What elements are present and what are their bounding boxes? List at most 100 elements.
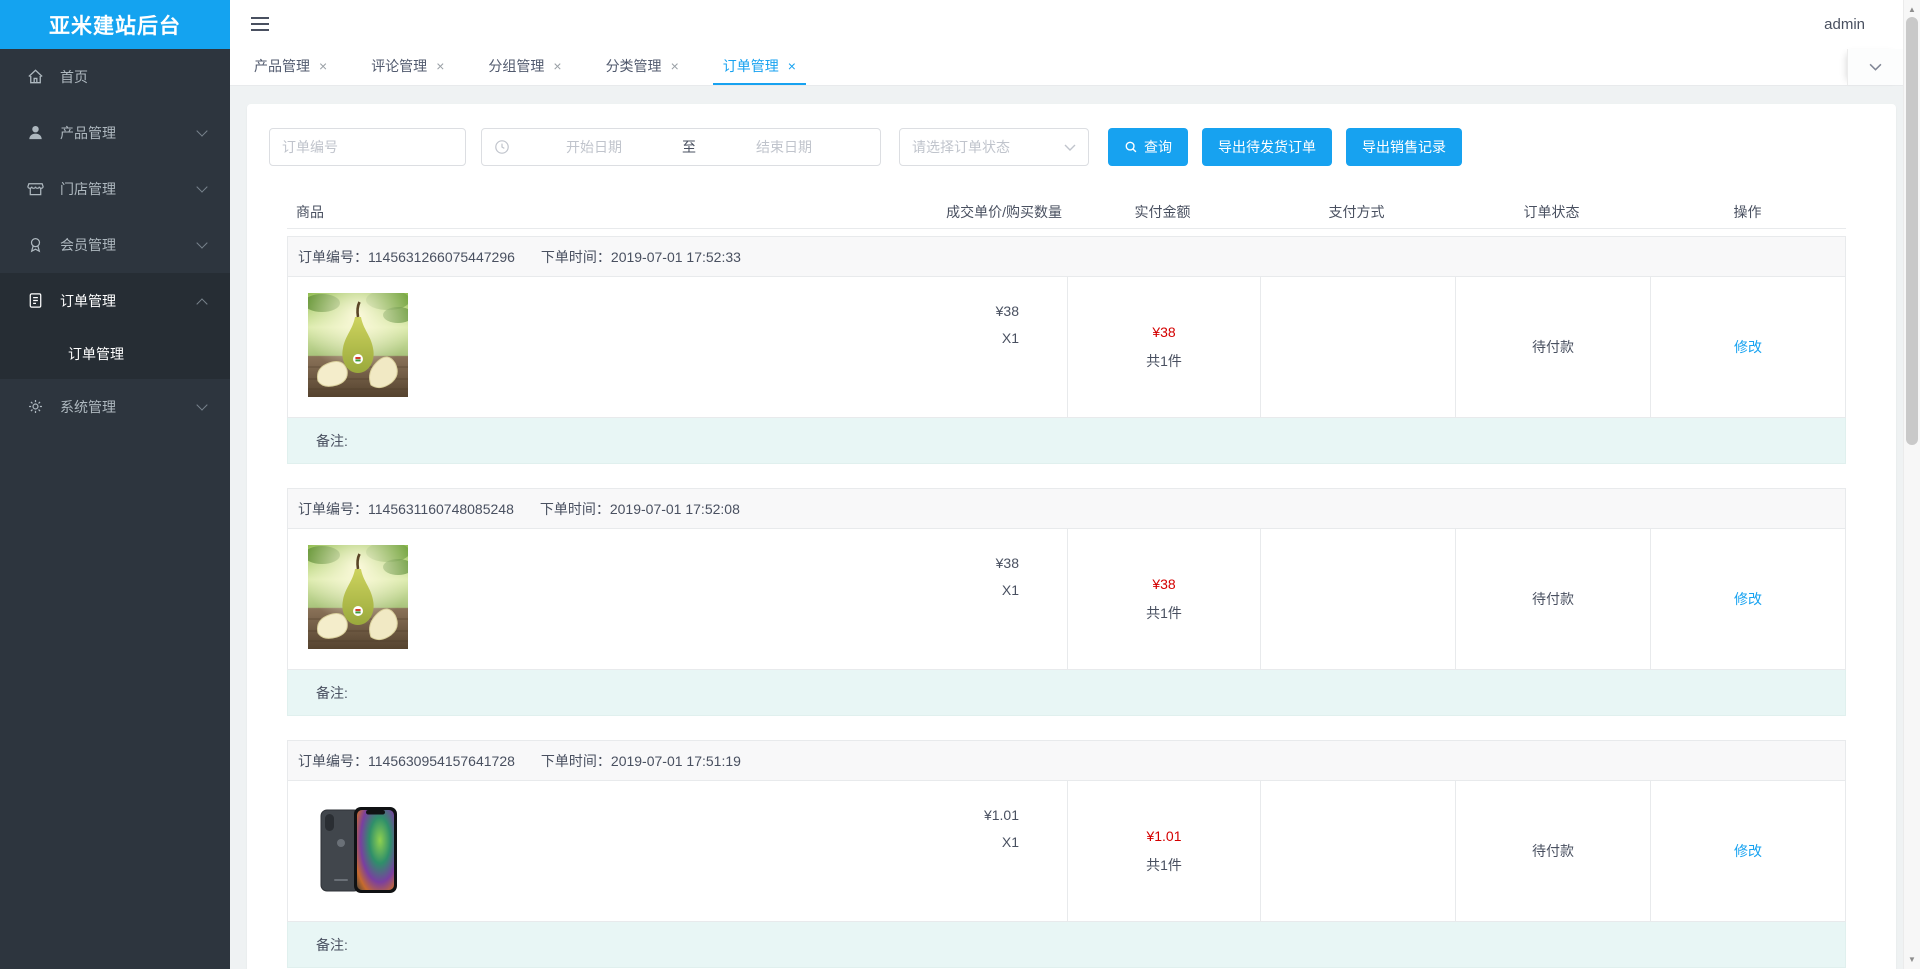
- order-group: 订单编号：1145631266075447296 下单时间：2019-07-01…: [287, 236, 1846, 464]
- tab-label: 产品管理: [254, 58, 310, 74]
- sidebar-section-order: 订单管理 订单管理: [0, 273, 230, 379]
- clock-icon: [494, 139, 510, 155]
- close-icon[interactable]: ×: [788, 59, 796, 73]
- product-image-pear: [308, 545, 408, 649]
- chevron-down-icon: [196, 399, 208, 411]
- piece-count: 共1件: [1146, 605, 1182, 621]
- sidebar-item-label: 门店管理: [60, 181, 116, 197]
- app-logo: 亚米建站后台: [0, 0, 230, 49]
- close-icon[interactable]: ×: [436, 59, 444, 73]
- sidebar-item-home[interactable]: 首页: [0, 49, 230, 105]
- tab-group[interactable]: 分组管理 ×: [478, 49, 571, 85]
- scrollbar-down-arrow-icon[interactable]: ▼: [1904, 955, 1920, 964]
- sidebar-item-label: 首页: [60, 69, 88, 85]
- search-button[interactable]: 查询: [1108, 128, 1188, 166]
- header-order-status: 订单状态: [1523, 203, 1580, 220]
- date-range-picker[interactable]: 开始日期 至 结束日期: [481, 128, 881, 166]
- sidebar-subitem-order-list[interactable]: 订单管理: [0, 329, 230, 379]
- page-scrollbar[interactable]: ▲ ▼: [1903, 0, 1920, 969]
- order-header-row: 订单编号：1145630954157641728 下单时间：2019-07-01…: [287, 740, 1846, 781]
- tabs-strip: 产品管理 × 评论管理 × 分组管理 × 分类管理 × 订单管理 ×: [244, 49, 830, 85]
- payment-method-cell: [1260, 277, 1455, 417]
- chevron-down-icon: [1064, 144, 1076, 151]
- date-start-placeholder[interactable]: 开始日期: [510, 137, 678, 157]
- piece-count: 共1件: [1146, 353, 1182, 369]
- sidebar-section-system: 系统管理: [0, 379, 230, 435]
- scrollbar-up-arrow-icon[interactable]: ▲: [1904, 5, 1920, 14]
- date-end-placeholder[interactable]: 结束日期: [700, 137, 868, 157]
- date-separator: 至: [682, 139, 696, 155]
- quantity: X1: [1001, 582, 1019, 598]
- medal-icon: [26, 235, 46, 255]
- sidebar-item-member[interactable]: 会员管理: [0, 217, 230, 273]
- filter-bar: 开始日期 至 结束日期 请选择订单状态 查询 导出待: [269, 128, 1874, 166]
- export-pending-orders-button[interactable]: 导出待发货订单: [1202, 128, 1332, 166]
- scrollbar-thumb[interactable]: [1906, 17, 1918, 445]
- order-time-value: 2019-07-01 17:51:19: [610, 752, 741, 769]
- order-status-select[interactable]: 请选择订单状态: [899, 128, 1089, 166]
- paid-amount: ¥38: [1152, 324, 1176, 340]
- edit-order-link[interactable]: 修改: [1734, 841, 1762, 861]
- order-no-label: 订单编号：: [298, 500, 368, 517]
- sidebar-item-label: 会员管理: [60, 237, 116, 253]
- user-name[interactable]: admin: [1824, 0, 1865, 49]
- order-no-input[interactable]: [269, 128, 466, 166]
- orders-table: 商品 成交单价/购买数量 实付金额 支付方式 订单状态 操作 订单编号：1145…: [287, 195, 1846, 968]
- sidebar-section-home: 首页: [0, 49, 230, 105]
- search-icon: [1124, 140, 1138, 154]
- close-icon[interactable]: ×: [319, 59, 327, 73]
- tab-list-dropdown[interactable]: [1847, 49, 1903, 85]
- tab-label: 订单管理: [722, 58, 779, 74]
- sidebar-item-label: 系统管理: [60, 399, 116, 415]
- sidebar-subitem-label: 订单管理: [68, 346, 124, 362]
- order-doc-icon: [26, 291, 46, 311]
- chevron-down-icon: [196, 237, 208, 249]
- order-status: 待付款: [1532, 843, 1574, 859]
- header-actions: 操作: [1733, 203, 1762, 220]
- paid-amount: ¥1.01: [1146, 828, 1182, 844]
- sidebar-item-label: 产品管理: [60, 125, 116, 141]
- tab-label: 评论管理: [371, 58, 428, 74]
- header-product: 商品: [296, 203, 324, 220]
- home-icon: [26, 67, 46, 87]
- sidebar-item-store[interactable]: 门店管理: [0, 161, 230, 217]
- product-image-pear: [308, 293, 408, 397]
- order-remark-row: 备注:: [287, 670, 1846, 716]
- tab-category[interactable]: 分类管理 ×: [596, 49, 689, 85]
- order-time-label: 下单时间：: [539, 500, 610, 517]
- edit-order-link[interactable]: 修改: [1734, 337, 1762, 357]
- sidebar-section-member: 会员管理: [0, 217, 230, 273]
- user-icon: [26, 123, 46, 143]
- header-paid-amount: 实付金额: [1134, 203, 1191, 220]
- sidebar-item-order[interactable]: 订单管理: [0, 273, 230, 329]
- order-group: 订单编号：1145630954157641728 下单时间：2019-07-01…: [287, 740, 1846, 968]
- tab-order[interactable]: 订单管理 ×: [712, 49, 806, 85]
- edit-order-link[interactable]: 修改: [1734, 589, 1762, 609]
- tab-product[interactable]: 产品管理 ×: [244, 49, 337, 85]
- sidebar-item-system[interactable]: 系统管理: [0, 379, 230, 435]
- quantity: X1: [1001, 330, 1019, 346]
- table-header-row: 商品 成交单价/购买数量 实付金额 支付方式 订单状态 操作: [287, 195, 1846, 229]
- order-status: 待付款: [1532, 339, 1574, 355]
- close-icon[interactable]: ×: [553, 59, 561, 73]
- remark-label: 备注:: [316, 684, 348, 701]
- remark-label: 备注:: [316, 432, 348, 449]
- order-no-value: 1145630954157641728: [368, 752, 515, 769]
- unit-price: ¥1.01: [983, 807, 1019, 823]
- header-unit-price-qty: 成交单价/购买数量: [946, 203, 1062, 220]
- chevron-down-icon: [196, 181, 208, 193]
- order-no-label: 订单编号：: [298, 752, 368, 769]
- remark-label: 备注:: [316, 936, 348, 953]
- tab-comment[interactable]: 评论管理 ×: [361, 49, 454, 85]
- tab-bar: 产品管理 × 评论管理 × 分组管理 × 分类管理 × 订单管理 ×: [230, 49, 1920, 86]
- chevron-down-icon: [196, 125, 208, 137]
- sidebar-item-product[interactable]: 产品管理: [0, 105, 230, 161]
- export-sales-records-button[interactable]: 导出销售记录: [1346, 128, 1462, 166]
- order-time-label: 下单时间：: [540, 248, 611, 265]
- tab-label: 分组管理: [488, 58, 545, 74]
- order-body-row: ¥38 X1 ¥38 共1件 待付款 修改: [287, 529, 1846, 670]
- unit-price: ¥38: [995, 555, 1019, 571]
- hamburger-menu-icon[interactable]: [251, 17, 269, 35]
- close-icon[interactable]: ×: [671, 59, 679, 73]
- sidebar-menu: 首页 产品管理 门店管理 会员管理 订单管理 订单管理 系统管理: [0, 49, 230, 435]
